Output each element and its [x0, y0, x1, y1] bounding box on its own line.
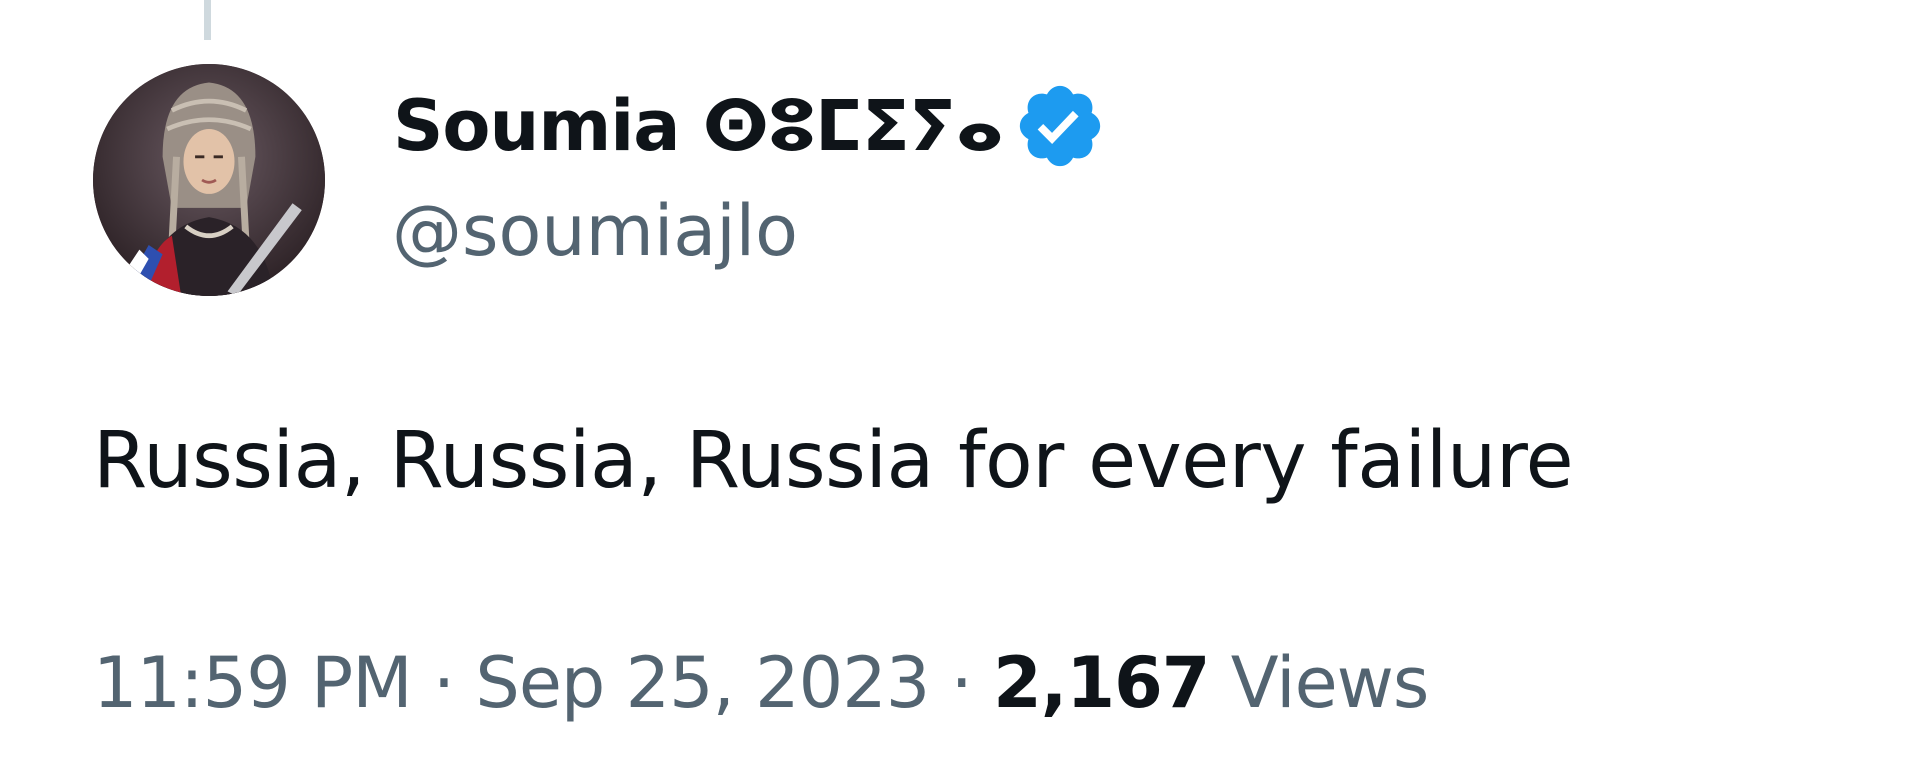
meta-separator: · — [432, 642, 455, 724]
meta-separator: · — [950, 642, 973, 724]
tweet-text: Russia, Russia, Russia for every failure — [93, 416, 1574, 506]
views-label[interactable]: Views — [1231, 642, 1430, 724]
tweet-time[interactable]: 11:59 PM — [93, 642, 413, 724]
avatar-image — [93, 64, 325, 296]
author-handle[interactable]: @soumiajlo — [392, 196, 798, 266]
author-name-row[interactable]: Soumia ⵙⵓⵎⵉⵢⴰ — [393, 76, 1107, 176]
views-count[interactable]: 2,167 — [993, 642, 1210, 724]
thread-connector-line — [204, 0, 211, 40]
author-display-name[interactable]: Soumia ⵙⵓⵎⵉⵢⴰ — [393, 91, 1004, 161]
tweet-meta: 11:59 PM · Sep 25, 2023 · 2,167 Views — [93, 648, 1429, 718]
verified-badge-icon[interactable] — [1013, 79, 1107, 173]
avatar[interactable] — [93, 64, 325, 296]
tweet-date[interactable]: Sep 25, 2023 — [475, 642, 930, 724]
